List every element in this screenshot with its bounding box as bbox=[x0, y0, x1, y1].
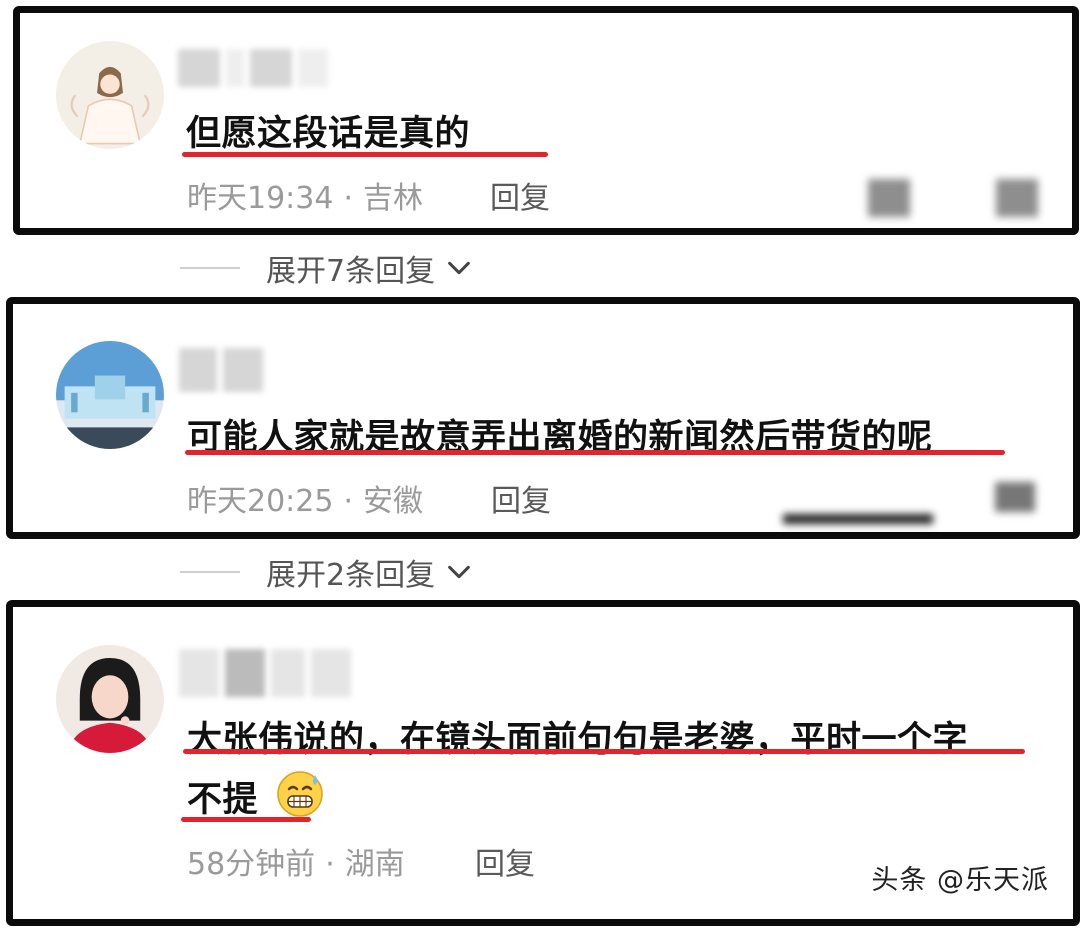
comment-time: 昨天19:34 bbox=[187, 181, 334, 216]
comment-time: 昨天20:25 bbox=[187, 484, 334, 519]
expand-replies-label: 展开7条回复 bbox=[266, 254, 436, 289]
anime-girl-avatar-icon bbox=[56, 41, 164, 149]
comment-time: 58分钟前 bbox=[187, 847, 316, 882]
expand-replies[interactable]: 展开7条回复 bbox=[180, 248, 473, 289]
blurred-username bbox=[178, 49, 328, 87]
chevron-down-icon bbox=[448, 261, 470, 275]
comment-text-line2: 不提 bbox=[187, 769, 325, 822]
blurred-smudge bbox=[783, 514, 933, 524]
grimacing-sweat-emoji-icon bbox=[276, 771, 323, 817]
user-avatar[interactable] bbox=[56, 645, 164, 753]
highlight-underline bbox=[183, 749, 1025, 754]
blurred-like-icon bbox=[868, 179, 910, 217]
meta-separator: · bbox=[325, 847, 335, 882]
reply-button[interactable]: 回复 bbox=[475, 839, 535, 883]
comment-meta: 昨天20:25 · 安徽 bbox=[187, 476, 423, 520]
comment-location: 吉林 bbox=[363, 181, 424, 216]
comment-meta: 58分钟前 · 湖南 bbox=[187, 839, 405, 883]
blurred-dislike-icon bbox=[995, 482, 1035, 512]
comment-text-line2-text: 不提 bbox=[187, 780, 259, 820]
blurred-username bbox=[179, 649, 351, 697]
highlight-underline bbox=[182, 152, 548, 157]
comment-text-line1: 大张伟说的，在镜头面前句句是老婆，平时一个字 bbox=[187, 720, 969, 760]
meta-separator: · bbox=[343, 181, 354, 216]
chevron-down-icon bbox=[448, 565, 470, 579]
blurred-username bbox=[179, 348, 263, 392]
woman-photo-avatar-icon bbox=[56, 645, 164, 753]
building-photo-avatar-icon bbox=[56, 341, 164, 449]
blurred-dislike-icon bbox=[996, 179, 1038, 217]
reply-button[interactable]: 回复 bbox=[490, 173, 550, 217]
expand-replies-label: 展开2条回复 bbox=[266, 558, 436, 593]
comment-card: 但愿这段话是真的 昨天19:34 · 吉林 回复 bbox=[13, 6, 1079, 235]
meta-separator: · bbox=[343, 484, 354, 519]
reply-button[interactable]: 回复 bbox=[491, 476, 551, 520]
divider-line bbox=[180, 267, 240, 269]
expand-replies[interactable]: 展开2条回复 bbox=[180, 552, 473, 593]
user-avatar[interactable] bbox=[56, 341, 164, 449]
user-avatar[interactable] bbox=[56, 41, 164, 149]
comment-meta: 昨天19:34 · 吉林 bbox=[187, 173, 423, 217]
divider-line bbox=[180, 571, 240, 573]
watermark: 头条 @乐天派 bbox=[871, 865, 1049, 896]
comment-location: 安徽 bbox=[363, 484, 424, 519]
comment-location: 湖南 bbox=[344, 847, 405, 882]
highlight-underline bbox=[181, 817, 311, 822]
comment-card: 可能人家就是故意弄出离婚的新闻然后带货的呢 昨天20:25 · 安徽 回复 bbox=[6, 297, 1080, 539]
highlight-underline bbox=[185, 450, 1005, 455]
comment-text: 但愿这段话是真的 bbox=[186, 114, 471, 154]
comment-card: 大张伟说的，在镜头面前句句是老婆，平时一个字 不提 58分钟前 · 湖南 回复 头条… bbox=[6, 600, 1080, 926]
